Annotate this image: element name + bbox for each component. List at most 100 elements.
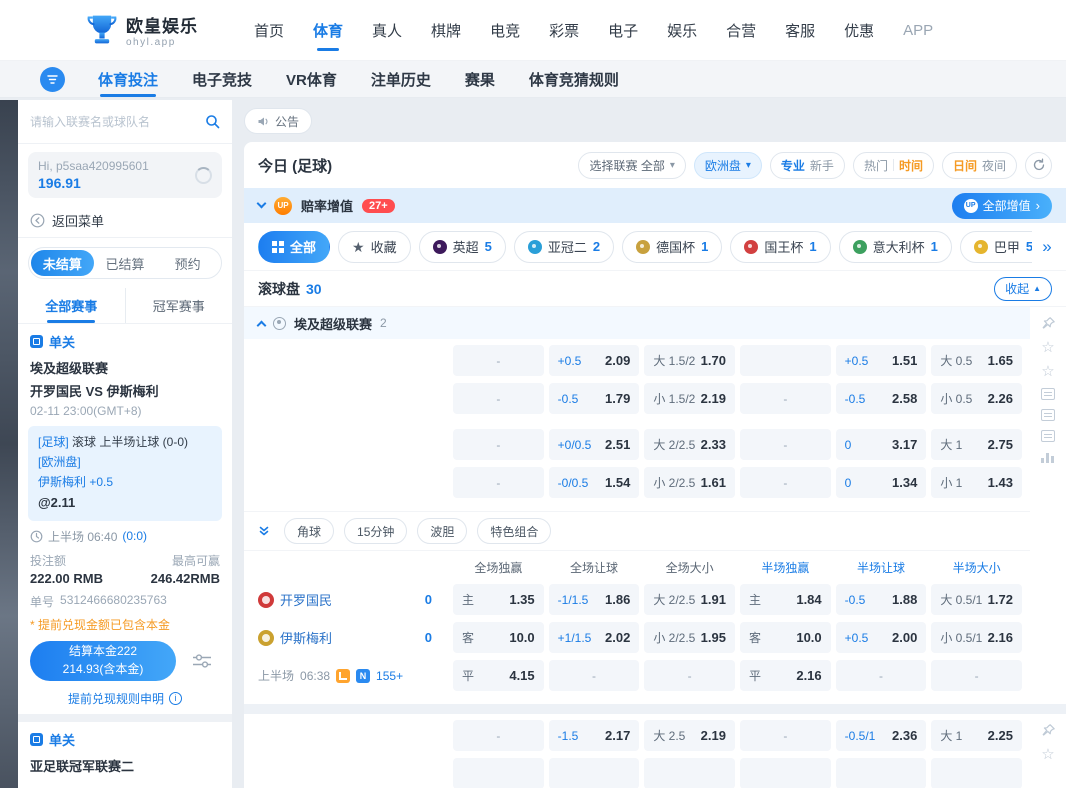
search-icon[interactable] xyxy=(205,114,220,129)
league-section-header[interactable]: 埃及超级联赛 2 xyxy=(244,307,1030,339)
odds-cell[interactable]: -1.52.17 xyxy=(549,720,640,751)
subnav-tab-3[interactable]: 注单历史 xyxy=(371,61,431,97)
subnav-tab-1[interactable]: 电子竞技 xyxy=(192,61,252,97)
cashout-rule-link[interactable]: 提前兑现规则申明 i xyxy=(18,681,232,714)
odds-cell[interactable]: +0.51.51 xyxy=(836,345,927,376)
market-pill-0[interactable]: 角球 xyxy=(284,518,334,544)
event-tab-1[interactable]: 冠军赛事 xyxy=(125,288,233,323)
column-header-0[interactable]: 全场独赢 xyxy=(453,559,544,576)
column-header-1[interactable]: 全场让球 xyxy=(549,559,640,576)
corner-stats-icon[interactable] xyxy=(336,669,350,683)
stat-mini-icon[interactable] xyxy=(1041,409,1055,421)
topnav-item-2[interactable]: 真人 xyxy=(372,0,402,60)
topnav-item-7[interactable]: 娱乐 xyxy=(667,0,697,60)
settle-tab-2[interactable]: 预约 xyxy=(156,250,219,276)
sort-hot-option[interactable]: 热门 xyxy=(864,157,888,174)
odds-cell[interactable]: 小 1.5/22.19 xyxy=(644,383,735,414)
n-stats-icon[interactable]: N xyxy=(356,669,370,683)
market-pill-3[interactable]: 特色组合 xyxy=(477,518,551,544)
team-name[interactable]: 开罗国民 xyxy=(280,590,332,609)
stat-mini-icon[interactable] xyxy=(1041,430,1055,442)
stat-mini-icon[interactable] xyxy=(1041,388,1055,400)
column-header-2[interactable]: 全场大小 xyxy=(644,559,735,576)
odds-cell[interactable]: 客10.0 xyxy=(740,622,831,653)
filter-button[interactable] xyxy=(40,67,65,92)
subnav-tab-5[interactable]: 体育竞猜规则 xyxy=(529,61,619,97)
announcement-button[interactable]: 公告 xyxy=(244,108,312,134)
odds-cell[interactable]: -0.5/12.36 xyxy=(836,720,927,751)
star-icon[interactable]: ☆ xyxy=(1041,364,1054,379)
odds-cell[interactable]: 平2.16 xyxy=(740,660,831,691)
odds-cell[interactable]: 大 1.5/21.70 xyxy=(644,345,735,376)
odds-cell[interactable]: 小 2/2.51.61 xyxy=(644,467,735,498)
market-pill-2[interactable]: 波胆 xyxy=(417,518,467,544)
back-to-menu[interactable]: 返回菜单 xyxy=(18,204,232,238)
league-chip-0[interactable]: 全部 xyxy=(258,231,330,263)
settle-tab-0[interactable]: 未结算 xyxy=(31,250,94,276)
chart-icon[interactable] xyxy=(1041,451,1055,463)
collapse-button[interactable]: 收起 ▲ xyxy=(994,277,1052,301)
sort-time-option[interactable]: 时间 xyxy=(899,157,923,174)
settle-tab-1[interactable]: 已结算 xyxy=(94,250,157,276)
cashout-button[interactable]: 结算本金222 214.93(含本金) xyxy=(30,641,176,681)
odds-cell[interactable]: 03.17 xyxy=(836,429,927,460)
odds-cell[interactable]: 大 2/2.52.33 xyxy=(644,429,735,460)
league-chip-2[interactable]: 英超5 xyxy=(419,231,506,263)
column-header-3[interactable]: 半场独赢 xyxy=(740,559,831,576)
league-chip-6[interactable]: 意大利杯1 xyxy=(839,231,952,263)
pin-icon[interactable] xyxy=(1041,723,1056,738)
odds-type-select[interactable]: 欧洲盘 ▾ xyxy=(694,152,762,179)
balance-refresh-icon[interactable] xyxy=(195,167,212,184)
team-name[interactable]: 伊斯梅利 xyxy=(280,628,332,647)
odds-cell[interactable]: -0/0.51.54 xyxy=(549,467,640,498)
league-chip-5[interactable]: 国王杯1 xyxy=(730,231,830,263)
odds-cell[interactable]: 大 12.25 xyxy=(931,720,1022,751)
topnav-item-1[interactable]: 体育 xyxy=(313,0,343,60)
topnav-item-3[interactable]: 棋牌 xyxy=(431,0,461,60)
odds-cell[interactable]: -1/1.51.86 xyxy=(549,584,640,615)
subnav-tab-2[interactable]: VR体育 xyxy=(286,61,337,97)
all-boosts-button[interactable]: UP 全部增值 › xyxy=(952,193,1052,219)
column-header-5[interactable]: 半场大小 xyxy=(931,559,1022,576)
odds-cell[interactable]: -0.52.58 xyxy=(836,383,927,414)
odds-cell[interactable]: 客10.0 xyxy=(453,622,544,653)
odds-cell[interactable]: 大 2/2.51.91 xyxy=(644,584,735,615)
topnav-item-4[interactable]: 电竞 xyxy=(490,0,520,60)
chips-more-icon[interactable]: » xyxy=(1032,237,1062,257)
odds-cell[interactable]: +0.52.00 xyxy=(836,622,927,653)
home-team[interactable]: 开罗国民 0 xyxy=(252,590,448,609)
away-team[interactable]: 伊斯梅利 0 xyxy=(252,628,448,647)
topnav-item-9[interactable]: 客服 xyxy=(785,0,815,60)
odds-cell[interactable]: 大 0.5/11.72 xyxy=(931,584,1022,615)
mode-new-option[interactable]: 新手 xyxy=(810,157,834,174)
league-select[interactable]: 选择联赛 全部 ▾ xyxy=(578,152,685,179)
topnav-item-11[interactable]: APP xyxy=(903,0,933,60)
subnav-tab-0[interactable]: 体育投注 xyxy=(98,61,158,97)
odds-cell[interactable]: 大 2.52.19 xyxy=(644,720,735,751)
topnav-item-10[interactable]: 优惠 xyxy=(844,0,874,60)
search-input[interactable] xyxy=(30,115,197,129)
odds-cell[interactable]: 01.34 xyxy=(836,467,927,498)
odds-cell[interactable]: 主1.84 xyxy=(740,584,831,615)
odds-cell[interactable]: 小 0.52.26 xyxy=(931,383,1022,414)
topnav-item-5[interactable]: 彩票 xyxy=(549,0,579,60)
odds-cell[interactable]: 平4.15 xyxy=(453,660,544,691)
odds-cell[interactable]: -0.51.79 xyxy=(549,383,640,414)
night-option[interactable]: 夜间 xyxy=(982,157,1006,174)
star-icon[interactable]: ☆ xyxy=(1041,747,1054,762)
odds-cell[interactable]: 主1.35 xyxy=(453,584,544,615)
odds-cell[interactable]: +0.52.09 xyxy=(549,345,640,376)
odds-cell[interactable]: 大 12.75 xyxy=(931,429,1022,460)
chevron-down-icon[interactable] xyxy=(257,199,267,209)
star-icon[interactable]: ☆ xyxy=(1041,340,1054,355)
expand-more-icon[interactable] xyxy=(258,525,270,537)
odds-cell[interactable]: +1/1.52.02 xyxy=(549,622,640,653)
league-chip-3[interactable]: 亚冠二2 xyxy=(514,231,614,263)
day-option[interactable]: 日间 xyxy=(953,157,977,174)
stats-count[interactable]: 155+ xyxy=(376,669,403,683)
topnav-item-6[interactable]: 电子 xyxy=(608,0,638,60)
odds-cell[interactable]: 小 0.5/12.16 xyxy=(931,622,1022,653)
odds-cell[interactable]: 小 11.43 xyxy=(931,467,1022,498)
odds-cell[interactable]: -0.51.88 xyxy=(836,584,927,615)
column-header-4[interactable]: 半场让球 xyxy=(836,559,927,576)
